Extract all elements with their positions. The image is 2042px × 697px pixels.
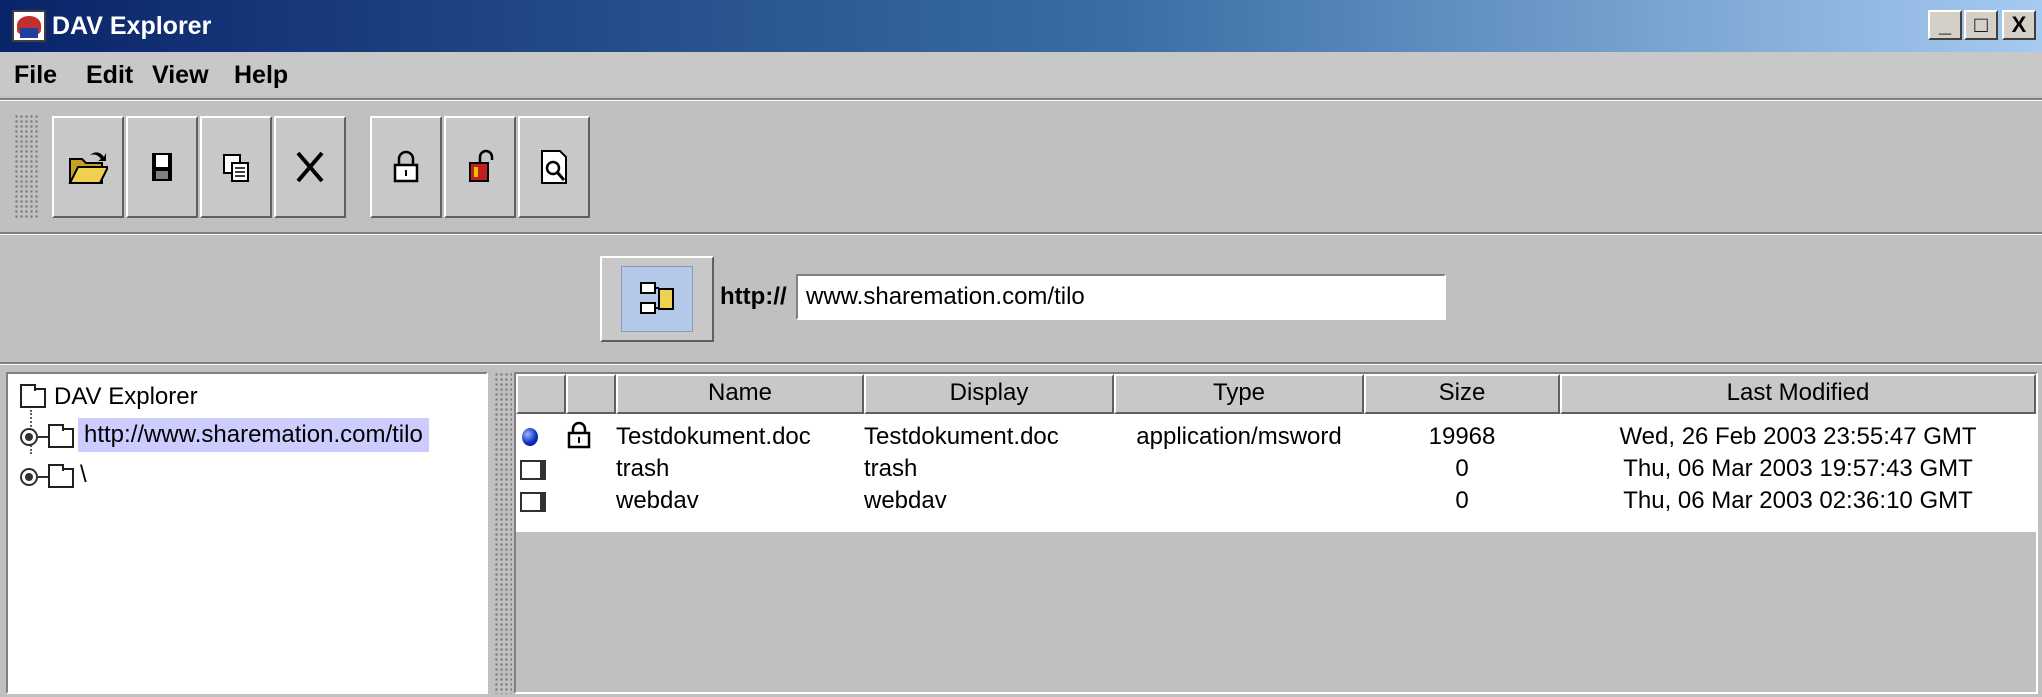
expand-handle-icon[interactable] [20, 468, 38, 486]
menu-help[interactable]: Help [234, 60, 288, 90]
cell-last-modified: Thu, 06 Mar 2003 19:57:43 GMT [1623, 455, 1973, 482]
connect-button[interactable] [600, 256, 714, 342]
cell-name: Testdokument.doc [616, 423, 811, 450]
cell-name: webdav [616, 487, 699, 514]
column-header-icon[interactable] [516, 374, 566, 414]
copy-icon [223, 154, 249, 182]
cell-size: 0 [1455, 487, 1469, 514]
open-folder-icon [68, 152, 108, 184]
cell-type: application/msword [1136, 423, 1342, 450]
cell-last-modified: Wed, 26 Feb 2003 23:55:47 GMT [1619, 423, 1977, 450]
address-divider [0, 362, 2042, 365]
app-icon [12, 10, 46, 42]
delete-icon [296, 151, 324, 183]
delete-button[interactable] [274, 116, 346, 218]
column-header-lock[interactable] [566, 374, 616, 414]
save-button[interactable] [126, 116, 198, 218]
toolbar-grip[interactable] [14, 114, 40, 220]
window-title: DAV Explorer [52, 12, 212, 40]
cell-size: 19968 [1428, 423, 1496, 450]
menu-view[interactable]: View [152, 60, 209, 90]
cell-display: webdav [864, 487, 947, 514]
url-prefix-label: http:// [720, 283, 787, 310]
save-icon [152, 153, 172, 181]
blue-dot-icon [522, 428, 538, 446]
maximize-button[interactable]: □ [1964, 10, 1998, 40]
menu-bar: File Edit View Help [0, 52, 2042, 96]
column-header-display[interactable]: Display [864, 374, 1114, 414]
tree-node-root-path[interactable]: \ [80, 460, 87, 490]
properties-icon [541, 150, 567, 184]
folder-icon [48, 424, 74, 448]
cell-name: trash [616, 455, 670, 482]
folder-icon [20, 384, 46, 408]
unlock-button[interactable] [444, 116, 516, 218]
column-header-size[interactable]: Size [1364, 374, 1560, 414]
lock-button[interactable] [370, 116, 442, 218]
tree-root-label[interactable]: DAV Explorer [54, 382, 198, 412]
collection-icon [520, 460, 546, 480]
folder-icon [48, 464, 74, 488]
menu-divider [0, 98, 2042, 101]
url-input[interactable] [796, 274, 1446, 320]
copy-button[interactable] [200, 116, 272, 218]
tree-connector [38, 476, 48, 478]
column-header-name[interactable]: Name [616, 374, 864, 414]
lock-icon [393, 150, 419, 183]
menu-edit[interactable]: Edit [86, 60, 133, 90]
expand-handle-icon[interactable] [20, 428, 38, 446]
close-button[interactable]: X [2002, 10, 2036, 40]
connect-server-icon [640, 282, 674, 314]
tree-connector [38, 436, 48, 438]
title-bar[interactable]: DAV Explorer _ □ X [0, 0, 2042, 52]
properties-button[interactable] [518, 116, 590, 218]
collection-icon [520, 492, 546, 512]
open-button[interactable] [52, 116, 124, 218]
column-header-last-modified[interactable]: Last Modified [1560, 374, 2036, 414]
panel-splitter[interactable] [494, 372, 512, 694]
cell-size: 0 [1455, 455, 1469, 482]
cell-display: trash [864, 455, 918, 482]
cell-last-modified: Thu, 06 Mar 2003 02:36:10 GMT [1623, 487, 1973, 514]
lock-icon [567, 421, 591, 449]
toolbar-divider [0, 232, 2042, 235]
minimize-button[interactable]: _ [1928, 10, 1962, 40]
column-header-type[interactable]: Type [1114, 374, 1364, 414]
unlock-icon [469, 149, 494, 182]
menu-file[interactable]: File [14, 60, 57, 90]
cell-display: Testdokument.doc [864, 423, 1059, 450]
folder-tree[interactable]: DAV Explorer http://www.sharemation.com/… [6, 372, 488, 694]
tree-node-sharemation[interactable]: http://www.sharemation.com/tilo [78, 418, 429, 452]
